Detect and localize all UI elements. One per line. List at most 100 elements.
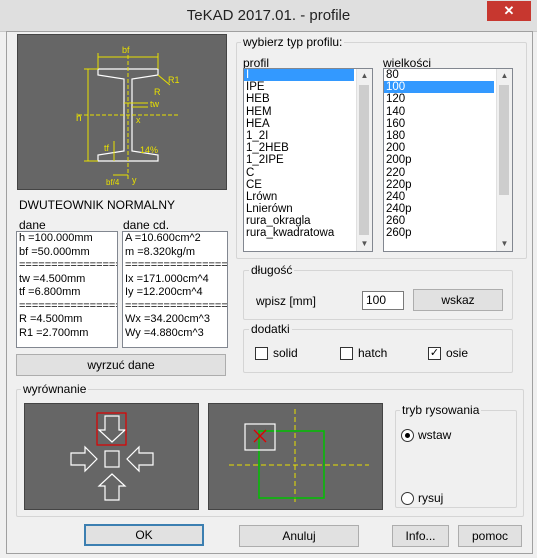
data-line: ==================: [19, 299, 117, 312]
data-line: tf =6.800mm: [19, 286, 81, 298]
check-icon[interactable]: ✓: [428, 346, 441, 360]
alignment-preview-panel: [208, 403, 383, 510]
hatch-label: hatch: [358, 346, 388, 360]
wielkosci-list-item[interactable]: 180: [384, 130, 494, 142]
wskaz-button[interactable]: wskaz: [413, 289, 503, 311]
alignment-arrows-panel[interactable]: [24, 403, 199, 510]
profil-list-item[interactable]: rura_kwadratowa: [244, 227, 354, 239]
wstaw-label: wstaw: [418, 428, 452, 442]
profil-list-item[interactable]: IPE: [244, 81, 354, 93]
wielkosci-list-item[interactable]: 80: [384, 69, 494, 81]
profil-scrollbar[interactable]: ▲ ▼: [356, 69, 372, 251]
profil-list-item[interactable]: HEM: [244, 106, 354, 118]
extras-group-label: dodatki: [249, 322, 292, 336]
bf4-label: bf/4: [106, 178, 120, 187]
data-line: Wy =4.880cm^3: [125, 326, 204, 339]
radio-dot[interactable]: [401, 428, 414, 442]
pomoc-button[interactable]: pomoc: [458, 525, 522, 547]
data-line: Wx =34.200cm^3: [125, 313, 210, 325]
wielkosci-list-item[interactable]: 100: [384, 81, 494, 94]
profil-list-item[interactable]: HEA: [244, 118, 354, 130]
wielkosci-list-item[interactable]: 140: [384, 106, 494, 118]
profil-list-item[interactable]: 1_2IPE: [244, 154, 354, 166]
alignment-arrows-icon[interactable]: [25, 404, 198, 509]
bf-label: bf: [122, 45, 130, 55]
wielkosci-list-item[interactable]: 240p: [384, 203, 494, 215]
profil-list-item[interactable]: Lrówn: [244, 191, 354, 203]
profil-list-item[interactable]: 1_2I: [244, 130, 354, 142]
title-bar: TeKAD 2017.01. - profile ✕: [0, 0, 537, 32]
y-label: y: [132, 175, 137, 185]
info-button[interactable]: Info...: [392, 525, 449, 547]
length-group-label: długość: [249, 263, 295, 277]
anuluj-button[interactable]: Anuluj: [239, 525, 359, 547]
wielkosci-list-item[interactable]: 260: [384, 215, 494, 227]
dane-cd-label: dane cd.: [123, 218, 170, 232]
data-line: R =4.500mm: [19, 313, 83, 325]
h-label: h: [76, 113, 82, 124]
wpisz-label: wpisz [mm]: [256, 294, 316, 308]
rysuj-label: rysuj: [418, 491, 444, 505]
wielkosci-scrollbar[interactable]: ▲ ▼: [496, 69, 512, 251]
alignment-preview-drawing: [229, 409, 369, 504]
scroll-up-icon[interactable]: ▲: [497, 69, 512, 83]
r1-label: R1: [168, 75, 180, 85]
dane-textbox[interactable]: h =100.000mmbf =50.000mm================…: [16, 231, 118, 348]
data-line: tw =4.500mm: [19, 272, 86, 285]
profil-list-item[interactable]: HEB: [244, 93, 354, 105]
scroll-thumb[interactable]: [359, 85, 369, 235]
wielkosci-list-item[interactable]: 120: [384, 93, 494, 105]
profil-list-item[interactable]: 1_2HEB: [244, 142, 354, 154]
checkbox-box[interactable]: [340, 346, 353, 360]
checkbox-box[interactable]: [255, 346, 268, 360]
data-line: ==================: [125, 259, 228, 271]
ok-button[interactable]: OK: [84, 524, 204, 546]
length-input[interactable]: 100: [362, 291, 404, 310]
profile-drawing-preview: bf R1 R tw x h tf 14% y bf/4: [17, 34, 227, 190]
profil-list-item[interactable]: Lnierówn: [244, 203, 354, 215]
wyrzuc-dane-button[interactable]: wyrzuć dane: [16, 354, 226, 376]
wielkosci-list-item[interactable]: 220p: [384, 179, 494, 191]
profil-list-item[interactable]: CE: [244, 179, 354, 191]
dane-cd-textbox[interactable]: A =10.600cm^2 m =8.320kg/m ===============…: [122, 231, 228, 348]
solid-checkbox[interactable]: solid: [255, 346, 298, 360]
profil-list-item[interactable]: rura_okragla: [244, 215, 354, 227]
wielkosci-list-item[interactable]: 240: [384, 191, 494, 203]
data-line: h =100.000mm: [19, 232, 93, 244]
alignment-group-label: wyrównanie: [21, 382, 89, 396]
close-icon[interactable]: ✕: [487, 1, 531, 21]
scroll-down-icon[interactable]: ▼: [357, 237, 372, 251]
rysuj-radio[interactable]: rysuj: [401, 491, 443, 505]
wielkosci-listbox[interactable]: 80 100 120 140 160 180 200 200p 220 220p 240 240p 26…: [383, 68, 513, 252]
data-line: R1 =2.700mm: [19, 326, 89, 339]
profile-type-group-label: wybierz typ profilu:: [241, 35, 345, 49]
draw-mode-group-label: tryb rysowania: [400, 403, 482, 417]
window-title: TeKAD 2017.01. - profile: [186, 7, 351, 24]
wstaw-radio[interactable]: wstaw: [401, 428, 451, 442]
wielkosci-list-item[interactable]: 160: [384, 118, 494, 130]
wielkosci-list-item[interactable]: 200: [384, 142, 494, 154]
osie-label: osie: [446, 346, 469, 360]
profil-listbox[interactable]: I IPE HEB HEM HEA 1_2I 1_2HEB 1_2IPE C CE Lrówn Lni…: [243, 68, 373, 252]
data-line: ==================: [125, 299, 228, 312]
profil-list-item[interactable]: C: [244, 167, 354, 179]
tw-label: tw: [150, 99, 160, 109]
data-line: Iy =12.200cm^4: [125, 286, 203, 298]
radio-dot[interactable]: [401, 491, 414, 505]
r-label: R: [154, 87, 161, 97]
wielkosci-list-item[interactable]: 200p: [384, 154, 494, 166]
scroll-thumb[interactable]: [499, 85, 509, 195]
hatch-checkbox[interactable]: hatch: [340, 346, 387, 360]
scroll-up-icon[interactable]: ▲: [357, 69, 372, 83]
data-line: A =10.600cm^2: [125, 232, 201, 244]
tf-label: tf: [104, 143, 110, 153]
x-label: x: [136, 115, 141, 125]
solid-label: solid: [273, 346, 298, 360]
osie-checkbox[interactable]: ✓ osie: [428, 346, 468, 360]
wielkosci-list-item[interactable]: 260p: [384, 227, 494, 239]
scroll-down-icon[interactable]: ▼: [497, 237, 512, 251]
wielkosci-list-item[interactable]: 220: [384, 167, 494, 179]
i-beam-drawing: bf R1 R tw x h tf 14% y bf/4: [76, 45, 180, 187]
profil-list-item[interactable]: I: [244, 69, 354, 82]
data-line: ==================: [19, 259, 117, 271]
